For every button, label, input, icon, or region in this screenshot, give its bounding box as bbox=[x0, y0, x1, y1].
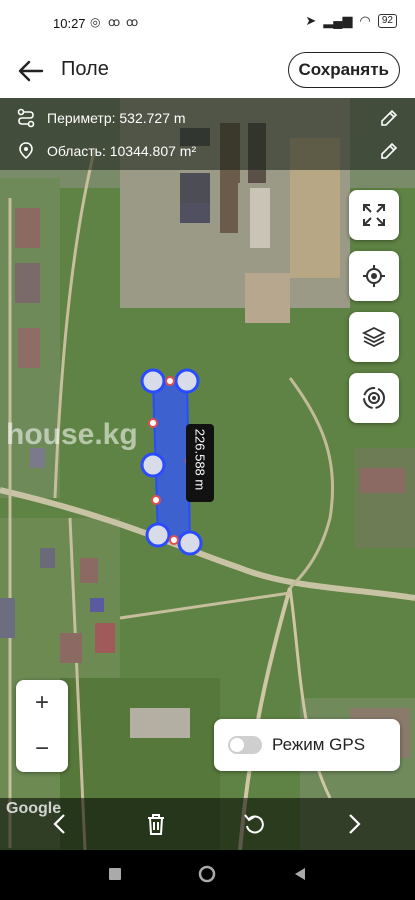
trash-icon[interactable] bbox=[142, 810, 170, 838]
gps-mode-label: Режим GPS bbox=[272, 735, 366, 754]
target-icon bbox=[363, 387, 385, 409]
route-icon bbox=[17, 108, 35, 128]
zoom-out-button[interactable]: − bbox=[16, 726, 68, 772]
field-info-panel: Периметр: 532.727 m Область: 10344.807 m… bbox=[0, 98, 415, 170]
area-pin-icon bbox=[19, 142, 33, 160]
save-button[interactable]: Сохранять bbox=[287, 52, 400, 88]
status-bar: 10:27 ◎ ꝏ ꝏ ➤ ▂▄▆ ◠ 92 bbox=[0, 0, 415, 46]
zoom-in-button[interactable]: + bbox=[16, 680, 68, 726]
polygon-midpoint-handle[interactable] bbox=[169, 535, 179, 545]
undo-icon[interactable] bbox=[241, 810, 269, 838]
expand-icon bbox=[363, 204, 385, 226]
edge-length-value: 226.588 m bbox=[192, 428, 208, 491]
map-toolbar bbox=[0, 798, 415, 850]
gps-mode-toggle[interactable]: Режим GPS bbox=[214, 719, 400, 771]
home-icon[interactable] bbox=[198, 865, 216, 883]
status-time: 10:27 bbox=[53, 16, 86, 31]
polygon-vertex-handle[interactable] bbox=[140, 452, 166, 478]
perimeter-text: Периметр: 532.727 m bbox=[47, 110, 186, 126]
signal-icon: ▂▄▆ bbox=[323, 13, 353, 28]
wifi-icon: ◠ bbox=[359, 13, 371, 28]
google-attribution: Google bbox=[6, 800, 62, 817]
notification-icon: ꝏ bbox=[126, 15, 139, 29]
polygon-vertex-handle[interactable] bbox=[174, 368, 200, 394]
edit-area-icon[interactable] bbox=[379, 141, 399, 161]
polygon-vertex-handle[interactable] bbox=[145, 522, 171, 548]
zoom-control: + − bbox=[16, 680, 68, 772]
battery-icon: 92 bbox=[377, 14, 397, 28]
polygon-vertex-handle[interactable] bbox=[177, 530, 203, 556]
fullscreen-button[interactable] bbox=[349, 190, 399, 240]
layers-icon bbox=[361, 326, 387, 348]
map-layers-button[interactable] bbox=[349, 312, 399, 362]
back-nav-icon[interactable] bbox=[292, 866, 308, 882]
chevron-right-icon[interactable] bbox=[340, 810, 368, 838]
system-nav-bar bbox=[0, 850, 415, 900]
watermark-text: house.kg bbox=[6, 418, 138, 451]
back-arrow-icon[interactable] bbox=[16, 56, 46, 86]
polygon-midpoint-handle[interactable] bbox=[151, 495, 161, 505]
recents-icon[interactable] bbox=[108, 867, 122, 881]
polygon-midpoint-handle[interactable] bbox=[165, 376, 175, 386]
app-bar: Поле Сохранять bbox=[0, 46, 415, 98]
area-text: Область: 10344.807 m² bbox=[47, 143, 197, 159]
notification-icon: ꝏ bbox=[108, 15, 121, 29]
edge-length-label: 226.588 m bbox=[186, 424, 214, 502]
location-arrow-icon: ➤ bbox=[305, 13, 317, 28]
gps-toggle-switch[interactable] bbox=[228, 736, 262, 754]
polygon-vertex-handle[interactable] bbox=[140, 368, 166, 394]
my-location-button[interactable] bbox=[349, 251, 399, 301]
polygon-midpoint-handle[interactable] bbox=[148, 418, 158, 428]
page-title: Поле bbox=[61, 58, 109, 80]
edit-perimeter-icon[interactable] bbox=[379, 108, 399, 128]
whatsapp-icon: ◎ bbox=[90, 15, 101, 29]
crosshair-icon bbox=[363, 265, 385, 287]
field-center-button[interactable] bbox=[349, 373, 399, 423]
